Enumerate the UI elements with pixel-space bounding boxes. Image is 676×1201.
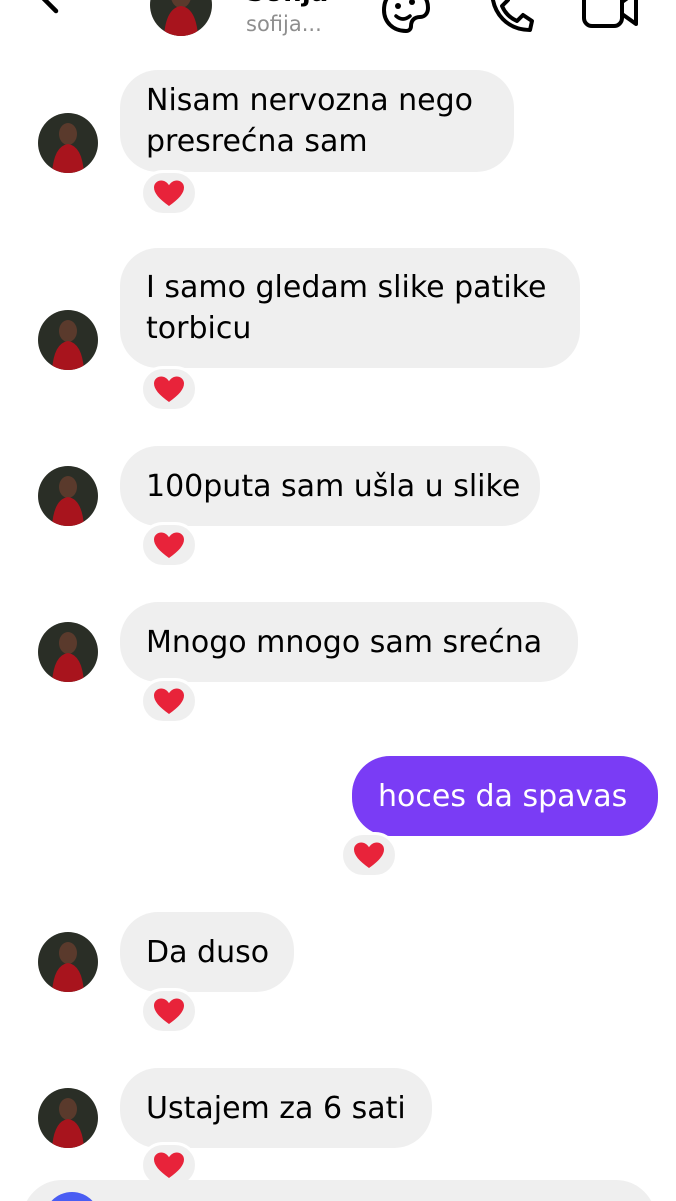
chat-header: Sofija sofija... <box>0 0 676 52</box>
message-text: torbicu <box>146 311 252 346</box>
heart-icon <box>154 532 184 558</box>
message-text: Mnogo mnogo sam srećna <box>146 624 543 660</box>
sender-avatar[interactable] <box>38 466 98 526</box>
message-text: 100puta sam ušla u slike <box>146 468 521 504</box>
message-bubble[interactable]: I samo gledam slike patike torbicu <box>120 248 580 368</box>
message-text: presrećna sam <box>146 124 368 159</box>
video-call-icon[interactable] <box>580 0 640 30</box>
heart-icon <box>154 180 184 206</box>
camera-button[interactable] <box>44 1192 100 1201</box>
message-text: Nisam nervozna nego <box>146 83 474 118</box>
message-bubble-outgoing[interactable]: hoces da spavas <box>352 756 658 836</box>
heart-icon <box>154 1152 184 1178</box>
heart-icon <box>154 998 184 1024</box>
sender-avatar[interactable] <box>38 113 98 173</box>
message-bubble[interactable]: 100puta sam ušla u slike <box>120 446 540 526</box>
sender-avatar[interactable] <box>38 932 98 992</box>
contact-name[interactable]: Sofija <box>246 0 328 8</box>
heart-icon <box>354 842 384 868</box>
sender-avatar[interactable] <box>38 310 98 370</box>
sender-avatar[interactable] <box>38 1088 98 1148</box>
message-bubble[interactable]: Ustajem za 6 sati <box>120 1068 432 1148</box>
back-arrow-icon[interactable] <box>30 0 86 20</box>
header-avatar[interactable] <box>150 0 212 36</box>
sender-avatar[interactable] <box>38 622 98 682</box>
heart-reaction[interactable] <box>140 678 198 724</box>
sticker-icon[interactable] <box>378 0 432 34</box>
heart-reaction[interactable] <box>140 988 198 1034</box>
message-text: I samo gledam slike patike <box>146 270 547 305</box>
heart-icon <box>154 376 184 402</box>
message-composer[interactable] <box>22 1180 656 1201</box>
heart-reaction[interactable] <box>140 170 198 216</box>
message-bubble[interactable]: Nisam nervozna nego presrećna sam <box>120 70 514 172</box>
message-bubble[interactable]: Mnogo mnogo sam srećna <box>120 602 578 682</box>
message-text: Ustajem za 6 sati <box>146 1090 406 1126</box>
heart-reaction[interactable] <box>140 366 198 412</box>
heart-icon <box>154 688 184 714</box>
message-text: Da duso <box>146 934 270 970</box>
heart-reaction[interactable] <box>140 522 198 568</box>
phone-call-icon[interactable] <box>484 0 534 32</box>
message-text: hoces da spavas <box>378 778 628 814</box>
message-bubble[interactable]: Da duso <box>120 912 294 992</box>
contact-handle[interactable]: sofija... <box>246 12 322 36</box>
heart-reaction[interactable] <box>340 832 398 878</box>
